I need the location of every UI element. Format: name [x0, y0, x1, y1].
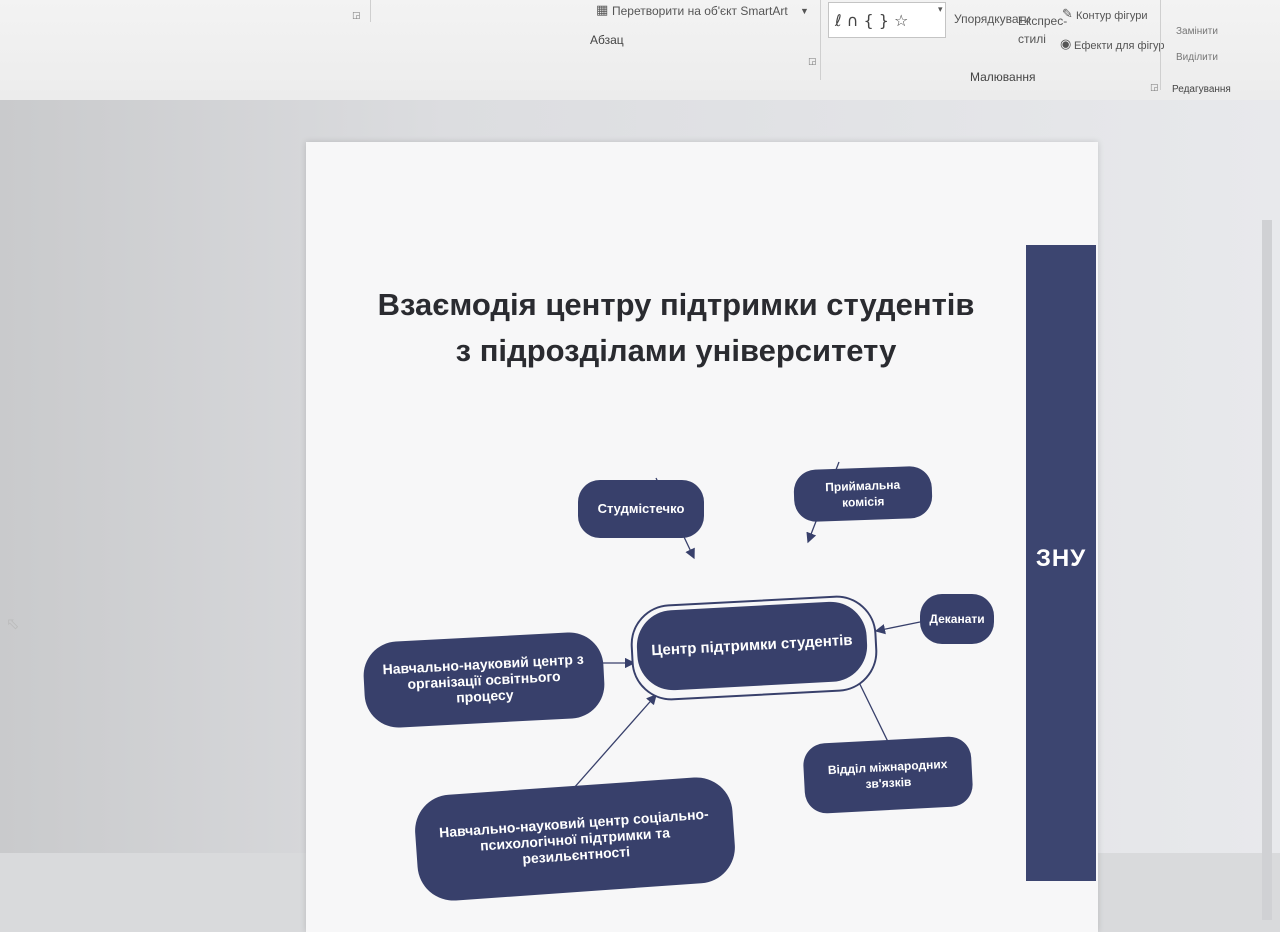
- slide-workspace: ⬁ Взаємодія центру підтримки студентів з…: [0, 100, 1280, 932]
- shape-outline-button[interactable]: Контур фігури: [1076, 10, 1147, 22]
- pointer-icon: ⬁: [6, 616, 20, 633]
- replace-button[interactable]: Замінити: [1176, 26, 1218, 37]
- chevron-down-icon[interactable]: ▼: [800, 6, 809, 16]
- node-education-center[interactable]: Навчально-науковий центр з організації о…: [361, 630, 607, 730]
- node-international[interactable]: Відділ міжнародних зв'язків: [802, 735, 974, 815]
- shape-effects-button[interactable]: Ефекти для фігур: [1074, 40, 1165, 52]
- ribbon-separator: [1160, 0, 1161, 90]
- select-button[interactable]: Виділити: [1176, 52, 1218, 63]
- node-deanery[interactable]: Деканати: [920, 594, 994, 644]
- drawing-group-label: Малювання: [970, 70, 1036, 84]
- vertical-scrollbar[interactable]: [1262, 220, 1272, 920]
- node-studmistechko[interactable]: Студмістечко: [578, 480, 704, 538]
- node-psych-center[interactable]: Навчально-науковий центр соціально-психо…: [412, 775, 738, 903]
- smartart-icon[interactable]: ▦: [596, 2, 608, 18]
- link-deanery: [874, 621, 921, 635]
- convert-smartart-button[interactable]: Перетворити на об'єкт SmartArt: [612, 4, 788, 18]
- paragraph-group-label: Абзац: [590, 33, 624, 47]
- node-admissions[interactable]: Приймальна комісія: [793, 465, 933, 523]
- shape-effects-icon[interactable]: ◉: [1060, 36, 1071, 52]
- ribbon-separator: [820, 0, 821, 80]
- slide-canvas[interactable]: Взаємодія центру підтримки студентів з п…: [306, 142, 1098, 932]
- shapes-gallery[interactable]: ℓ ∩ { } ☆: [828, 2, 946, 38]
- quick-styles-button[interactable]: Експрес-стилі: [1018, 12, 1067, 48]
- gallery-scroll-icon[interactable]: ▾: [938, 4, 943, 15]
- center-node[interactable]: Центр підтримки студентів: [635, 600, 869, 692]
- ribbon-separator: [370, 0, 371, 22]
- paragraph-dialog-launcher-icon[interactable]: ◲: [808, 56, 817, 67]
- drawing-dialog-launcher-icon[interactable]: ◲: [1150, 82, 1159, 93]
- editing-group-label: Редагування: [1172, 84, 1231, 95]
- ribbon: ▦ Перетворити на об'єкт SmartArt ▼ Абзац…: [0, 0, 1280, 101]
- shape-outline-icon[interactable]: ✎: [1062, 6, 1073, 22]
- font-dialog-launcher-icon[interactable]: ◲: [352, 10, 361, 21]
